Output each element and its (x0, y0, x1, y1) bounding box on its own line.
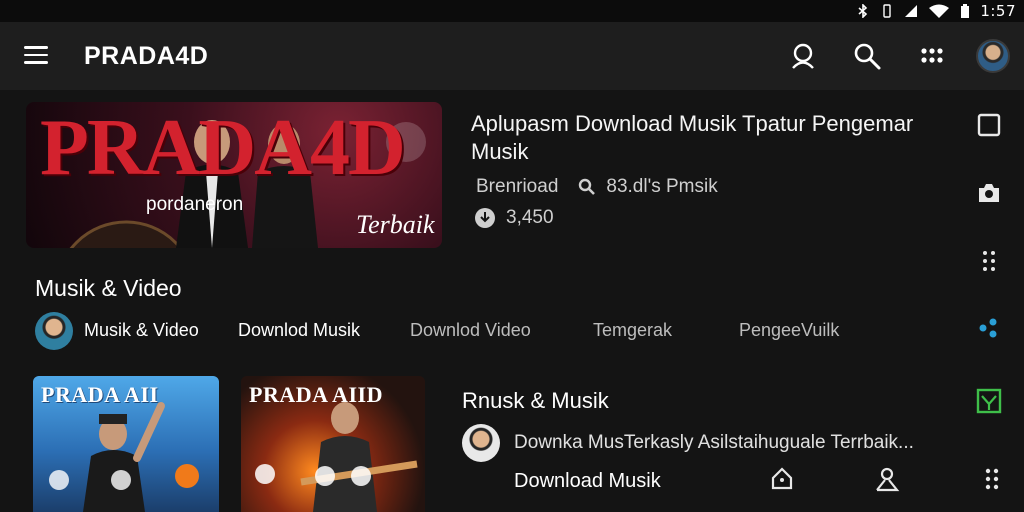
share-dots-icon[interactable] (976, 314, 1002, 340)
wifi-icon (929, 4, 950, 18)
chip-avatar (35, 312, 73, 350)
chip-temgerak[interactable]: Temgerak (593, 320, 672, 341)
more-dots-icon[interactable] (979, 466, 1005, 492)
profile-search-icon[interactable] (788, 41, 818, 71)
featured-downloads: 3,450 (506, 207, 554, 228)
camera-icon[interactable] (976, 180, 1002, 206)
card-avatar[interactable] (462, 424, 500, 462)
apps-grid-icon[interactable] (917, 41, 947, 71)
banner-caption: pordaneron (146, 194, 244, 215)
featured-banner[interactable]: PRADA4D pordaneron Terbaik (26, 102, 442, 248)
thumbnail-label: PRADA AIID (249, 382, 383, 407)
chip-pengeevuilk[interactable]: PengeeVuilk (739, 320, 839, 341)
user-icon[interactable] (874, 466, 900, 492)
banner-script-text: Terbaik (356, 210, 435, 239)
card-description: Downka MusTerkasly Asilstaihuguale Terrb… (514, 432, 914, 453)
avatar[interactable] (976, 39, 1010, 73)
home-icon[interactable] (769, 466, 795, 492)
app-title: PRADA4D (84, 42, 209, 70)
card-title[interactable]: Rnusk & Musik (462, 388, 609, 414)
chip-downlod-musik[interactable]: Downlod Musik (238, 320, 360, 341)
search-icon (579, 178, 596, 195)
status-bar: 1:57 (0, 0, 1024, 22)
download-count-icon (475, 208, 495, 228)
search-icon[interactable] (852, 41, 882, 71)
image-check-icon[interactable] (976, 388, 1002, 414)
square-icon[interactable] (976, 112, 1002, 138)
signal-icon (905, 5, 918, 17)
status-time: 1:57 (980, 2, 1016, 20)
app-bar: PRADA4D (0, 22, 1024, 90)
video-thumbnail[interactable]: PRADA AII (33, 376, 219, 512)
banner-logo-text: PRADA4D (40, 104, 406, 192)
more-dots-icon[interactable] (976, 248, 1002, 274)
featured-title[interactable]: Aplupasm Download Musik Tpatur Pengemar … (471, 110, 941, 166)
featured-stats: 83.dl's Pmsik (606, 176, 718, 197)
download-musik-button[interactable]: Download Musik (514, 470, 661, 493)
thumbnail-label: PRADA AII (41, 382, 159, 407)
bluetooth-icon (858, 4, 868, 18)
featured-downloads-row: 3,450 (474, 207, 554, 229)
featured-source: Brenrioad (476, 176, 559, 197)
video-thumbnail[interactable]: PRADA AIID (241, 376, 425, 512)
chip-musik-video[interactable]: Musik & Video (84, 320, 199, 341)
battery-icon (961, 4, 970, 18)
chip-downlod-video[interactable]: Downlod Video (410, 320, 531, 341)
featured-meta: Brenrioad 83.dl's Pmsik (476, 176, 718, 198)
section-title: Musik & Video (35, 275, 182, 301)
menu-icon[interactable] (24, 46, 48, 64)
vibrate-icon (883, 4, 892, 18)
